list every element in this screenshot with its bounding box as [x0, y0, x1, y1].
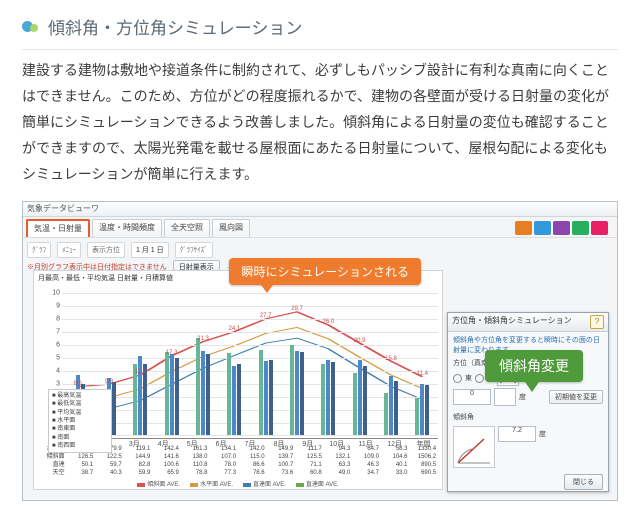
tab-wind[interactable]: 風向図 [212, 219, 250, 237]
chart-panel: 月最高・最低・平均気温 日射量・月積算値 -10123456789108.69.… [33, 270, 443, 490]
ribbon-icon[interactable] [591, 221, 608, 235]
chart-series-legend: ■ 最高気温■ 最低気温■ 平均気温■ 水平面■ 南東面■ 南面■ 南西面 [48, 389, 112, 454]
toolbar-group: ｸﾞﾗﾌｻｲｽﾞ [175, 242, 213, 258]
section-paragraph: 建設する建物は敷地や接道条件に制約されて、必ずしもパッシブ設計に有利な真南に向く… [22, 49, 618, 187]
toolbar-group: 表示方位 [87, 242, 125, 258]
ribbon-icons [509, 219, 614, 237]
bullet-icon [22, 18, 40, 36]
tab-irradiance[interactable]: 気温・日射量 [26, 219, 90, 237]
azimuth-stepper[interactable] [494, 388, 516, 406]
callout-tilt-change: 傾斜角変更 [485, 350, 583, 382]
ribbon-icon[interactable] [515, 221, 532, 235]
app-tabs: 気温・日射量 温度・時間頻度 全天空照 風向図 [23, 217, 617, 238]
tab-sky-illuminance[interactable]: 全天空照 [164, 219, 210, 237]
section-title: 傾斜角・方位角シミュレーション [48, 14, 302, 39]
azimuth-input[interactable]: 0 [453, 389, 491, 405]
toolbar-group: ｸﾞﾗﾌ [27, 242, 51, 258]
initial-value-button[interactable]: 初期値を変更 [549, 390, 603, 404]
ribbon-icon[interactable] [572, 221, 589, 235]
ribbon-icon[interactable] [553, 221, 570, 235]
ribbon-icon[interactable] [534, 221, 551, 235]
callout-simulation: 瞬時にシミュレーションされる [229, 258, 421, 285]
chart-body: -10123456789108.69.311.917.321.324.127.7… [62, 293, 438, 435]
help-icon[interactable]: ? [590, 315, 604, 329]
tilt-diagram [453, 426, 495, 468]
tab-temp-frequency[interactable]: 温度・時間頻度 [92, 219, 162, 237]
chart-bottom-legend: 傾斜面 AVE. 水平面 AVE. 直達面 AVE. 直達面 AVE. [38, 479, 438, 488]
tilt-input[interactable]: 7.2 [498, 426, 536, 442]
close-button[interactable]: 閉じる [564, 474, 603, 490]
date-field[interactable]: 1 月 1 日 [131, 242, 169, 258]
radio-east[interactable] [453, 374, 462, 383]
tilt-azimuth-dialog: 方位角・傾斜角シミュレーション ? 傾斜角や方位角を変更すると瞬時にその面の日射… [447, 312, 609, 492]
window-titlebar: 気象データビューワ [23, 202, 617, 217]
radio-west[interactable] [475, 374, 484, 383]
dialog-title: 方位角・傾斜角シミュレーション [452, 315, 572, 329]
toolbar-group: ﾒﾆｭｰ [57, 242, 81, 258]
group-tilt-label: 傾斜角 [453, 412, 603, 422]
app-screenshot: 気象データビューワ 気温・日射量 温度・時間頻度 全天空照 風向図 ｸﾞﾗﾌ ﾒ… [22, 201, 618, 501]
